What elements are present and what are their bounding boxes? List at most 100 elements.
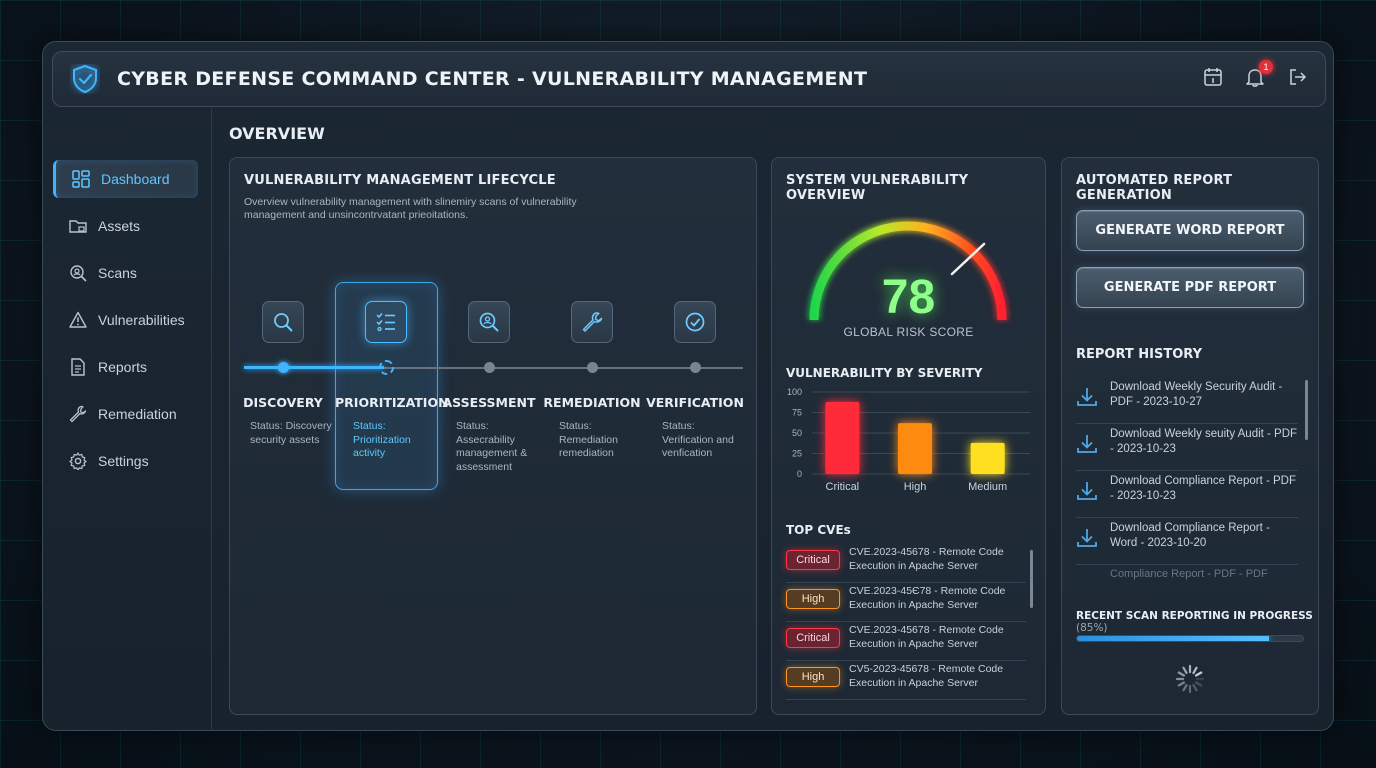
cve-row[interactable]: Critical CVE.2023-45678 - Remote Code Ex… [786, 544, 1026, 583]
cve-row[interactable]: High CV5-2023-45678 - Remote Code Execut… [786, 661, 1026, 700]
generate-word-report-button[interactable]: GENERATE WORD REPORT [1076, 210, 1304, 251]
stage-prioritization[interactable]: PRIORITIZATION Status: Prioritization ac… [335, 301, 449, 459]
spinner-dash [1194, 681, 1203, 687]
y-tick-label: 100 [787, 387, 802, 397]
progress-bar [1076, 635, 1304, 642]
sidebar-item-assets[interactable]: Assets [53, 207, 198, 245]
report-history-title: REPORT HISTORY [1076, 347, 1203, 362]
cve-text: CVE.2023-45678 - Remote Code Execution i… [849, 546, 1004, 572]
reports-title: AUTOMATED REPORT GENERATION [1076, 173, 1233, 203]
sidebar-item-label: Scans [98, 265, 137, 281]
app-window: CYBER DEFENSE COMMAND CENTER - VULNERABI… [42, 41, 1334, 731]
report-history-item-faded[interactable]: Compliance Report - PDF - PDF [1076, 568, 1298, 584]
scan-icon [70, 265, 87, 282]
wrench-icon [582, 312, 603, 332]
cve-row[interactable]: High CVE.2023-45Є78 - Remote Code Execut… [786, 583, 1026, 622]
report-history-scrollbar[interactable] [1305, 380, 1308, 440]
report-history-text: Download Weekly Security Audit - PDF - 2… [1110, 381, 1283, 408]
gear-icon [69, 452, 87, 470]
y-tick-label: 0 [797, 469, 802, 479]
spinner-dash [1177, 681, 1186, 687]
generate-pdf-report-button[interactable]: GENERATE PDF REPORT [1076, 267, 1304, 308]
progress-bar-fill [1077, 636, 1270, 641]
cve-list-scrollbar[interactable] [1030, 550, 1033, 608]
severity-badge: Critical [786, 550, 840, 570]
lifecycle-panel: VULNERABILITY MANAGEMENT LIFECYCLE Overv… [229, 157, 757, 715]
report-history-item[interactable]: Download Compliance Report - PDF - 2023-… [1076, 472, 1298, 518]
stage-remediation[interactable]: REMEDIATION Status: Remediation remediat… [541, 301, 643, 459]
progress-percent: (85%) [1076, 622, 1108, 634]
stage-dot [690, 362, 701, 373]
y-tick-label: 50 [792, 428, 802, 438]
spinner-dash [1182, 683, 1188, 692]
calendar-icon [1204, 68, 1222, 86]
severity-badge: High [786, 589, 840, 609]
logout-button[interactable] [1287, 66, 1307, 90]
stage-status: Status: Verification and venfication [662, 420, 734, 459]
stage-status: Status: Prioritization activity [353, 420, 411, 459]
spinner-dash [1177, 671, 1186, 677]
report-history-text: Download Compliance Report - PDF - 2023-… [1110, 475, 1296, 502]
sidebar-item-reports[interactable]: Reports [53, 348, 198, 386]
stage-status: Status: Assecrability management & asses… [456, 420, 528, 473]
wrench-icon [69, 405, 87, 423]
report-history-text: Download Weekly seuity Audit - PDF - 202… [1110, 428, 1298, 455]
top-cves-title: TOP CVEs [786, 523, 851, 537]
risk-score-label: GLOBAL RISK SCORE [843, 325, 974, 339]
magnifier-shield-icon [479, 312, 499, 332]
severity-chart-title: VULNERABILITY BY SEVERITY [786, 366, 983, 380]
stage-discovery[interactable]: DISCOVERY Status: Discovery security ass… [232, 301, 334, 446]
stage-name: DISCOVERY [243, 395, 323, 410]
spinner-dash [1194, 671, 1203, 677]
sidebar-item-scans[interactable]: Scans [53, 254, 198, 292]
sidebar-item-settings[interactable]: Settings [53, 442, 198, 480]
lifecycle-track-progress [244, 366, 384, 369]
logout-icon [1290, 69, 1307, 85]
bar-high[interactable] [898, 423, 932, 474]
search-icon [274, 313, 293, 332]
sidebar-item-vulnerabilities[interactable]: Vulnerabilities [53, 301, 198, 339]
severity-bar-chart: 0 25 50 75 100 Critical High Medium [787, 387, 1030, 493]
stage-dot [587, 362, 598, 373]
x-tick-label: High [904, 481, 927, 493]
stage-dot [379, 360, 394, 375]
stage-verification[interactable]: VERIFICATION Status: Verification and ve… [644, 301, 746, 459]
calendar-button[interactable] [1203, 66, 1223, 90]
stage-dot [278, 362, 289, 373]
check-circle-icon [685, 312, 705, 332]
severity-badge: High [786, 667, 840, 687]
x-tick-label: Medium [968, 481, 1007, 493]
spinner-dash [1192, 683, 1198, 692]
download-icon [1077, 388, 1097, 406]
bar-medium[interactable] [970, 442, 1005, 474]
sidebar-item-label: Assets [98, 218, 141, 234]
sidebar-item-dashboard[interactable]: Dashboard [53, 160, 198, 198]
risk-score: 78 [881, 271, 936, 324]
cve-row[interactable]: Critical CVE.2023-45678 - Remote Code Ex… [786, 622, 1026, 661]
sidebar-item-remediation[interactable]: Remediation [53, 395, 198, 433]
download-icon [1077, 482, 1097, 500]
spinner-dash [1192, 666, 1198, 675]
stage-dot [484, 362, 495, 373]
sidebar-item-label: Vulnerabilities [98, 312, 185, 328]
document-icon [71, 358, 85, 376]
stage-assessment[interactable]: ASSESSMENT Status: Assecrability managem… [438, 301, 540, 473]
report-history-item[interactable]: Download Weekly Security Audit - PDF - 2… [1076, 378, 1298, 424]
cve-text: CVE.2023-45678 - Remote Code Execution i… [849, 624, 1004, 650]
report-history-item[interactable]: Download Weekly seuity Audit - PDF - 202… [1076, 425, 1298, 471]
stage-name: REMEDIATION [543, 395, 641, 410]
y-tick-label: 25 [792, 449, 802, 459]
sidebar: Dashboard Assets Scans Vulnerabilities R… [43, 108, 212, 730]
sidebar-item-label: Remediation [98, 406, 177, 422]
report-generation-panel: AUTOMATED REPORT GENERATION GENERATE WOR… [1061, 157, 1319, 715]
notifications-button[interactable]: 1 [1245, 60, 1273, 90]
bar-critical[interactable] [825, 401, 860, 474]
lifecycle-title: VULNERABILITY MANAGEMENT LIFECYCLE [244, 173, 556, 188]
checklist-icon [376, 313, 395, 332]
stage-name: ASSESSMENT [442, 395, 536, 410]
shield-icon [73, 64, 97, 94]
progress-label: RECENT SCAN REPORTING IN PROGRESS (85%) [1076, 610, 1318, 634]
download-icon [1077, 529, 1097, 547]
warning-icon [69, 311, 87, 328]
report-history-item[interactable]: Download Compliance Report - Word - 2023… [1076, 519, 1298, 565]
